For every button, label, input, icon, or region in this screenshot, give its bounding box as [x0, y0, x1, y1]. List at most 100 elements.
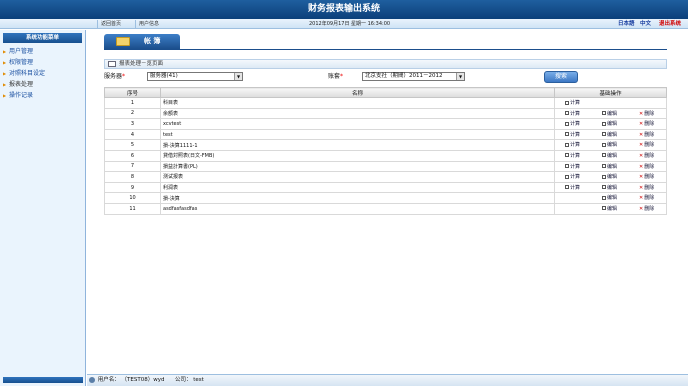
edit-link-label: 编辑: [607, 163, 618, 170]
row-operations: 编辑 ✕删除: [554, 202, 667, 215]
calculate-link[interactable]: 计算: [565, 120, 580, 127]
delete-icon: ✕: [639, 195, 644, 202]
account-select-value: 北京支社（期間）2011－2012: [365, 73, 443, 79]
account-select[interactable]: 北京支社（期間）2011－2012 ▼: [362, 72, 465, 81]
calculate-link[interactable]: 计算: [565, 173, 580, 180]
calculate-link-label: 计算: [570, 100, 581, 106]
sidebar-item-user-management[interactable]: 用户管理: [0, 46, 85, 57]
edit-link[interactable]: 编辑: [602, 110, 617, 117]
calculator-icon: [565, 121, 569, 126]
report-table: 序号 名称 基础操作 1 科目表 计算 2 余额表 计算 编辑 ✕删除 3 xcvtest 计算 编辑…: [104, 87, 667, 215]
calculate-link[interactable]: 计算: [565, 152, 580, 159]
delete-link-label: 删除: [644, 205, 655, 212]
edit-link[interactable]: 编辑: [602, 120, 617, 127]
edit-link[interactable]: 编辑: [602, 194, 617, 201]
sidebar-item-report-processing[interactable]: 报表处理: [0, 79, 85, 90]
calculate-link[interactable]: 计算: [565, 141, 580, 148]
delete-link[interactable]: ✕删除: [639, 131, 654, 138]
calculate-link[interactable]: 计算: [565, 131, 580, 138]
chevron-down-icon[interactable]: ▼: [234, 73, 242, 80]
row-name: 損益計算書(PL): [160, 160, 555, 173]
calculate-link[interactable]: 计算: [565, 184, 580, 191]
row-operations: 计算 编辑 ✕删除: [554, 181, 667, 194]
page-title-tab: 帐 簿: [104, 34, 180, 49]
calculate-link-label: 计算: [570, 110, 581, 117]
row-operations: 计算 编辑 ✕删除: [554, 128, 667, 141]
title-divider: [104, 49, 667, 50]
delete-link[interactable]: ✕删除: [639, 152, 654, 159]
calculate-link-label: 计算: [570, 142, 581, 149]
table-row: 10 損-決算 编辑 ✕删除: [104, 192, 667, 204]
edit-link[interactable]: 编辑: [602, 173, 617, 180]
row-name: asdfasfasdfas: [160, 202, 555, 215]
logout-link[interactable]: 退出系统: [659, 20, 681, 28]
delete-link[interactable]: ✕删除: [639, 184, 654, 191]
edit-icon: [602, 111, 606, 116]
delete-link[interactable]: ✕删除: [639, 205, 654, 212]
calculate-link-label: 计算: [570, 174, 581, 181]
edit-link-label: 编辑: [607, 152, 618, 159]
edit-link-label: 编辑: [607, 205, 618, 212]
table-row: 11 asdfasfasdfas 编辑 ✕删除: [104, 202, 667, 215]
edit-link[interactable]: 编辑: [602, 152, 617, 159]
breadcrumb: 报表处理－览页面: [104, 59, 667, 69]
row-number: 8: [104, 171, 161, 183]
server-select[interactable]: 服务器(41) ▼: [147, 72, 243, 81]
edit-link-label: 编辑: [607, 174, 618, 181]
calculator-icon: [565, 185, 569, 190]
sidebar-item-permission-management[interactable]: 权限管理: [0, 57, 85, 68]
lang-japanese-link[interactable]: 日本語: [618, 20, 635, 28]
edit-icon: [602, 132, 606, 137]
delete-link[interactable]: ✕删除: [639, 110, 654, 117]
edit-link[interactable]: 编辑: [602, 205, 617, 212]
delete-link[interactable]: ✕删除: [639, 173, 654, 180]
row-name: 测试报表: [160, 171, 555, 183]
calculator-icon: [565, 111, 569, 116]
table-body: 1 科目表 计算 2 余额表 计算 编辑 ✕删除 3 xcvtest 计算 编辑 ✕删除 4 test 计算编…: [104, 97, 667, 215]
row-name: 損-決算1111-1: [160, 139, 555, 151]
row-name: 科目表: [160, 97, 555, 109]
calculate-link[interactable]: 计算: [565, 110, 580, 117]
delete-link[interactable]: ✕删除: [639, 120, 654, 127]
calculator-icon: [565, 174, 569, 179]
column-header-no: 序号: [104, 87, 161, 98]
folder-icon: [116, 37, 130, 46]
edit-link[interactable]: 编辑: [602, 184, 617, 191]
delete-icon: ✕: [639, 131, 644, 138]
calculate-link[interactable]: 计算: [565, 99, 580, 106]
delete-link[interactable]: ✕删除: [639, 163, 654, 170]
edit-link[interactable]: 编辑: [602, 131, 617, 138]
lang-chinese-link[interactable]: 中文: [640, 20, 651, 28]
row-operations: 计算 编辑 ✕删除: [554, 139, 667, 151]
search-button[interactable]: 搜索: [544, 71, 578, 83]
table-row: 6 貸借対照表(日文-FMB) 计算 编辑 ✕删除: [104, 149, 667, 162]
sidebar-item-operation-log[interactable]: 操作记录: [0, 90, 85, 101]
user-icon: [89, 376, 95, 383]
current-datetime: 2012年09月17日 星期一 16:34:00: [309, 21, 391, 27]
edit-link-label: 编辑: [607, 110, 618, 117]
status-company-label: 公司：: [174, 377, 192, 383]
delete-icon: ✕: [639, 163, 644, 170]
calculate-link[interactable]: 计算: [565, 163, 580, 170]
delete-link[interactable]: ✕删除: [639, 141, 654, 148]
edit-link[interactable]: 编辑: [602, 141, 617, 148]
delete-icon: ✕: [639, 152, 644, 159]
row-number: 11: [104, 202, 161, 215]
row-operations: 计算 编辑 ✕删除: [554, 171, 667, 183]
table-row: 8 测试报表 计算 编辑 ✕删除: [104, 171, 667, 183]
edit-link[interactable]: 编辑: [602, 163, 617, 170]
user-info-link[interactable]: 用户信息: [135, 20, 162, 28]
row-operations: 编辑 ✕删除: [554, 192, 667, 204]
home-link[interactable]: 返回首页: [97, 20, 124, 28]
calculator-icon: [565, 100, 569, 105]
table-row: 3 xcvtest 计算 编辑 ✕删除: [104, 118, 667, 130]
status-user-value: （TEST08）wyd: [121, 377, 165, 383]
calculator-icon: [565, 142, 569, 147]
sidebar-item-account-mapping[interactable]: 对照科目设定: [0, 68, 85, 79]
delete-link[interactable]: ✕删除: [639, 194, 654, 201]
delete-link-label: 删除: [644, 163, 655, 170]
chevron-down-icon[interactable]: ▼: [456, 73, 464, 80]
edit-link-label: 编辑: [607, 195, 618, 202]
edit-icon: [602, 153, 606, 158]
table-row: 7 損益計算書(PL) 计算 编辑 ✕删除: [104, 160, 667, 173]
